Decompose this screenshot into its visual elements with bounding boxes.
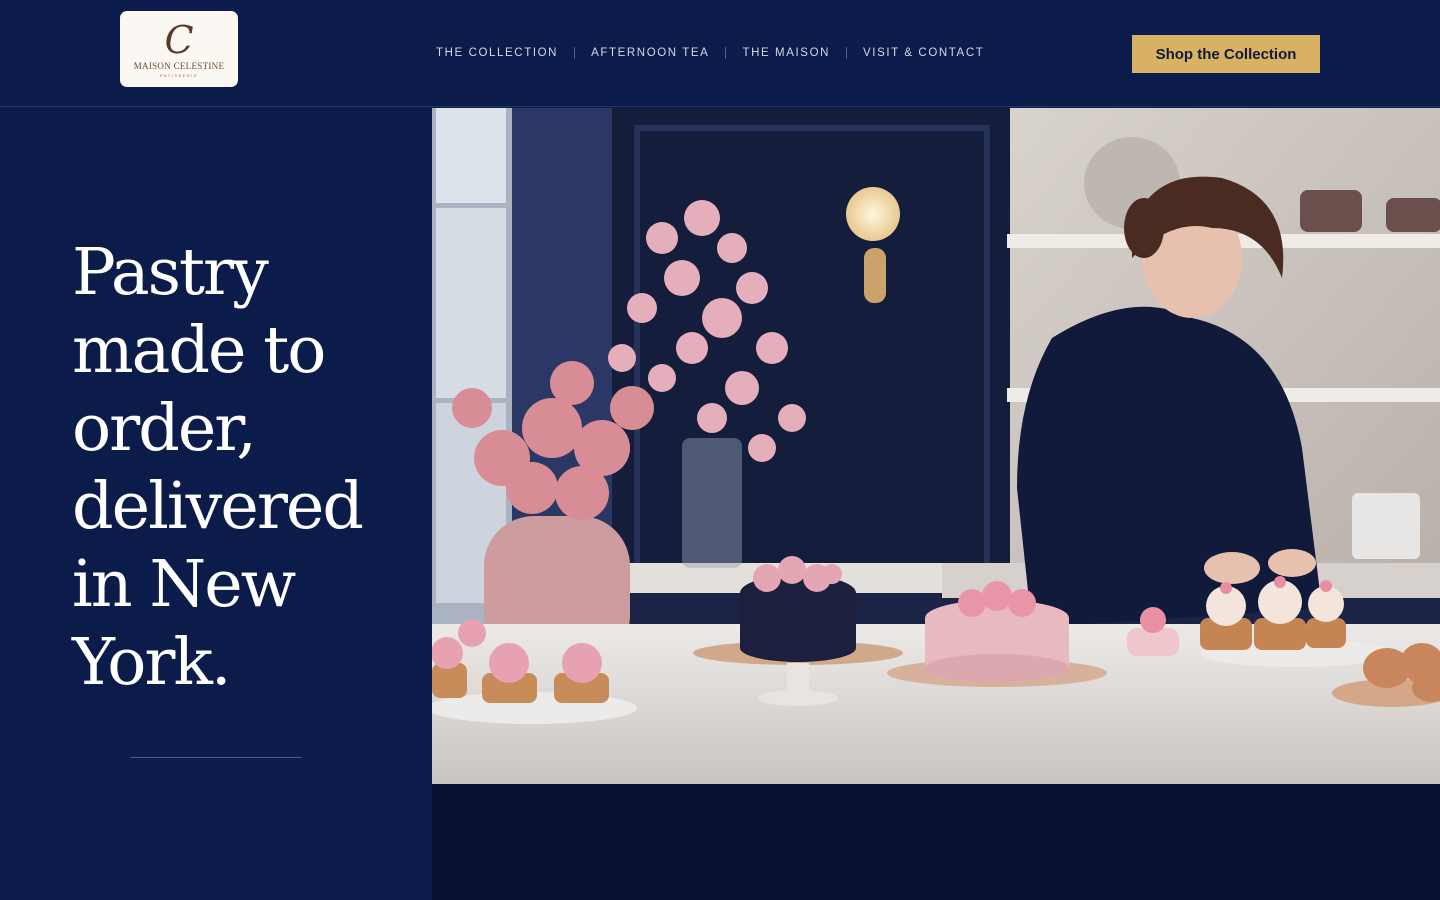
shop-collection-button[interactable]: Shop the Collection	[1132, 35, 1320, 73]
hero-headline: Pastry made to order, delivered in New Y…	[72, 235, 364, 700]
nav-item-visit-contact[interactable]: VISIT & CONTACT	[855, 47, 992, 59]
site-header: C MAISON CELESTINE PATISSERIE THE COLLEC…	[0, 0, 1440, 107]
nav-separator	[574, 47, 576, 59]
nav-item-collection[interactable]: THE COLLECTION	[428, 47, 566, 59]
headline-divider	[130, 757, 302, 758]
hero-image	[432, 108, 1440, 900]
logo-wordmark: MAISON CELESTINE	[133, 60, 225, 71]
hero-text-panel: Pastry made to order, delivered in New Y…	[0, 108, 432, 900]
brand-logo[interactable]: C MAISON CELESTINE PATISSERIE	[120, 11, 238, 87]
hero-illustration	[432, 108, 1440, 900]
nav-item-the-maison[interactable]: THE MAISON	[734, 47, 838, 59]
logo-monogram: C	[164, 17, 194, 62]
logo-tagline: PATISSERIE	[160, 72, 198, 78]
main-nav: THE COLLECTION AFTERNOON TEA THE MAISON …	[428, 43, 992, 63]
nav-separator	[846, 47, 848, 59]
nav-item-afternoon-tea[interactable]: AFTERNOON TEA	[583, 47, 717, 59]
nav-separator	[725, 47, 727, 59]
